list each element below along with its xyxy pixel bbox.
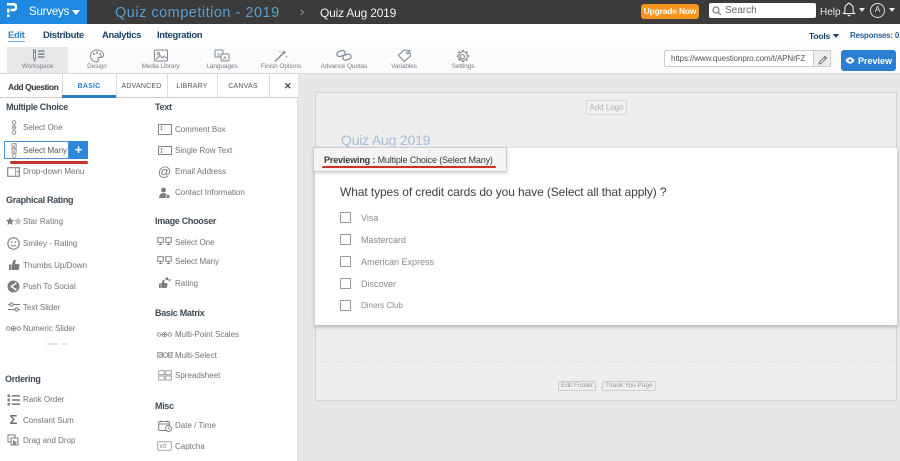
svg-text:A: A (223, 56, 227, 62)
svg-text:κß: κß (160, 444, 167, 450)
svg-text:x: x (217, 52, 220, 58)
